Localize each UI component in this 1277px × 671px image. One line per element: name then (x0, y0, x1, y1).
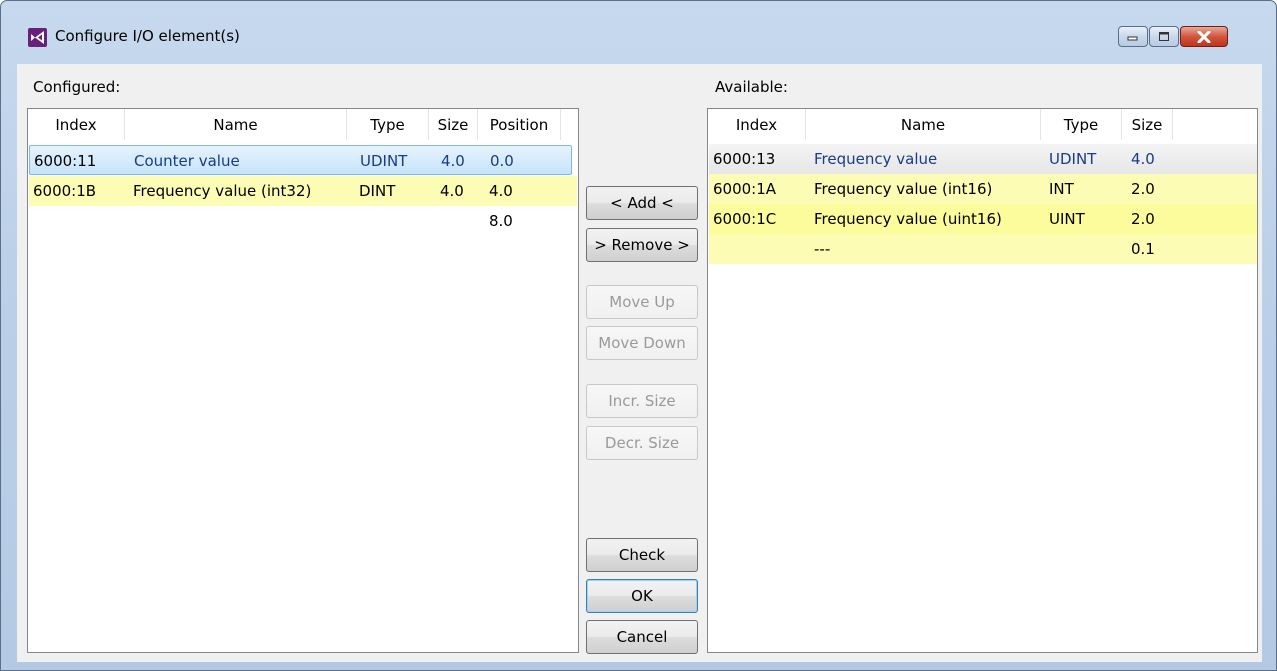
cell-index: 6000:13 (713, 150, 776, 168)
configured-row[interactable]: 6000:1B Frequency value (int32) DINT 4.0… (29, 176, 577, 206)
cell-name: Frequency value (int16) (814, 180, 993, 198)
minimize-icon (1127, 36, 1138, 40)
dialog-client-area: Configured: Index Name Type Size Positio… (17, 64, 1262, 662)
cancel-button[interactable]: Cancel (586, 620, 698, 654)
cell-size: 4.0 (1131, 150, 1155, 168)
available-row[interactable]: 6000:1A Frequency value (int16) INT 2.0 (709, 174, 1257, 204)
available-row[interactable]: --- 0.1 (709, 234, 1257, 264)
move-up-button[interactable]: Move Up (586, 285, 698, 319)
cell-size: 4.0 (441, 152, 465, 170)
cell-size: 2.0 (1131, 210, 1155, 228)
configured-col-name[interactable]: Name (125, 109, 347, 140)
cell-index: 6000:1A (713, 180, 777, 198)
available-col-name[interactable]: Name (806, 109, 1041, 140)
configure-io-dialog: Configure I/O element(s) Configured: Ind… (0, 0, 1277, 671)
cell-position: 4.0 (489, 182, 513, 200)
available-header: Index Name Type Size (708, 109, 1257, 140)
cell-type: UDINT (360, 152, 408, 170)
check-button[interactable]: Check (586, 538, 698, 572)
available-label: Available: (715, 78, 788, 96)
cell-type: UINT (1049, 210, 1085, 228)
cell-size: 2.0 (1131, 180, 1155, 198)
maximize-button[interactable] (1149, 26, 1179, 47)
available-row[interactable]: 6000:13 Frequency value UDINT 4.0 (709, 144, 1257, 174)
cell-type: INT (1049, 180, 1074, 198)
close-icon (1197, 30, 1211, 43)
configured-row[interactable]: 8.0 (29, 206, 577, 236)
cell-size: 0.1 (1131, 240, 1155, 258)
cell-index: 6000:11 (34, 152, 97, 170)
visual-studio-icon (28, 28, 47, 47)
cell-position: 0.0 (490, 152, 514, 170)
cell-size: 4.0 (440, 182, 464, 200)
configured-label: Configured: (33, 78, 121, 96)
cell-index: 6000:1B (33, 182, 97, 200)
window-title: Configure I/O element(s) (55, 27, 240, 45)
add-button[interactable]: < Add < (586, 186, 698, 220)
cell-index: 6000:1C (713, 210, 777, 228)
close-button[interactable] (1180, 26, 1228, 47)
move-down-button[interactable]: Move Down (586, 326, 698, 360)
cell-name: Counter value (134, 152, 240, 170)
maximize-icon (1159, 32, 1169, 41)
available-list[interactable]: Index Name Type Size 6000:13 Frequency v… (707, 108, 1258, 653)
configured-list[interactable]: Index Name Type Size Position 6000:11 Co… (27, 108, 579, 653)
decr-size-button[interactable]: Decr. Size (586, 426, 698, 460)
minimize-button[interactable] (1118, 26, 1148, 47)
available-col-index[interactable]: Index (708, 109, 806, 140)
incr-size-button[interactable]: Incr. Size (586, 384, 698, 418)
configured-col-position[interactable]: Position (478, 109, 561, 140)
configured-col-type[interactable]: Type (347, 109, 429, 140)
cell-name: Frequency value (uint16) (814, 210, 1002, 228)
remove-button[interactable]: > Remove > (586, 228, 698, 262)
configured-row[interactable]: 6000:11 Counter value UDINT 4.0 0.0 (29, 145, 572, 175)
title-bar[interactable]: Configure I/O element(s) (1, 1, 1276, 51)
configured-header: Index Name Type Size Position (28, 109, 578, 140)
cell-name: --- (814, 240, 831, 258)
available-col-type[interactable]: Type (1041, 109, 1122, 140)
ok-button[interactable]: OK (586, 579, 698, 613)
available-row[interactable]: 6000:1C Frequency value (uint16) UINT 2.… (709, 204, 1257, 234)
cell-position: 8.0 (489, 212, 513, 230)
available-col-size[interactable]: Size (1122, 109, 1173, 140)
cell-type: UDINT (1049, 150, 1097, 168)
configured-col-index[interactable]: Index (28, 109, 125, 140)
cell-type: DINT (359, 182, 396, 200)
cell-name: Frequency value (814, 150, 938, 168)
cell-name: Frequency value (int32) (133, 182, 312, 200)
configured-col-size[interactable]: Size (429, 109, 478, 140)
